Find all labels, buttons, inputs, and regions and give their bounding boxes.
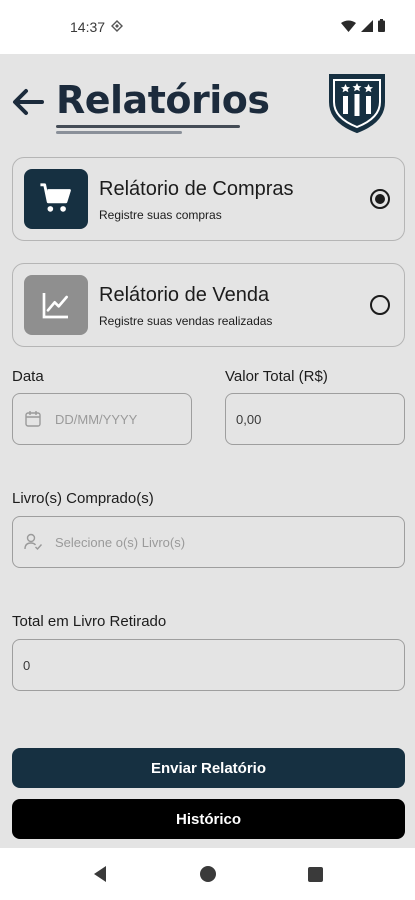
shield-logo-icon [326, 72, 388, 134]
report-title-compras: Relátorio de Compras [99, 178, 294, 200]
shopping-cart-icon [40, 183, 71, 212]
valor-total-value: 0,00 [236, 411, 262, 427]
radio-venda[interactable] [370, 295, 390, 315]
cart-icon-box [24, 169, 88, 229]
trending-chart-icon [42, 293, 68, 319]
enviar-relatorio-button[interactable]: Enviar Relatório [12, 748, 405, 788]
battery-icon [378, 19, 385, 35]
report-option-venda[interactable]: Relátorio de Venda Registre suas vendas … [12, 263, 405, 347]
navigation-bar [0, 848, 415, 900]
header: Relatórios [0, 60, 415, 140]
signal-icon [361, 19, 373, 35]
status-right [341, 19, 385, 35]
valor-total-field[interactable]: 0,00 [225, 393, 405, 445]
report-title-venda: Relátorio de Venda [99, 284, 270, 306]
notification-icon [111, 19, 124, 35]
livros-select-field[interactable]: Selecione o(s) Livro(s) [12, 516, 405, 568]
livros-label: Livro(s) Comprado(s) [12, 490, 154, 507]
report-subtitle-venda: Registre suas vendas realizadas [99, 314, 273, 328]
report-subtitle-compras: Registre suas compras [99, 208, 222, 222]
historico-button[interactable]: Histórico [12, 799, 405, 839]
data-field[interactable]: DD/MM/YYYY [12, 393, 192, 445]
nav-back-icon[interactable] [89, 863, 111, 885]
livros-placeholder: Selecione o(s) Livro(s) [55, 534, 186, 550]
title-underline [56, 125, 240, 128]
user-check-icon [24, 533, 43, 551]
report-option-compras[interactable]: Relátorio de Compras Registre suas compr… [12, 157, 405, 241]
data-placeholder: DD/MM/YYYY [55, 411, 138, 427]
total-retirado-value: 0 [23, 657, 31, 673]
total-retirado-field[interactable]: 0 [12, 639, 405, 691]
radio-compras[interactable] [370, 189, 390, 209]
status-time: 14:37 [70, 19, 106, 35]
calendar-icon [25, 411, 41, 427]
nav-home-icon[interactable] [197, 863, 219, 885]
wifi-icon [341, 19, 356, 35]
title-underline-secondary [56, 131, 182, 134]
back-arrow-icon[interactable] [10, 84, 46, 120]
status-bar: 14:37 [0, 0, 415, 54]
total-retirado-label: Total em Livro Retirado [12, 613, 167, 630]
valor-total-label: Valor Total (R$) [225, 368, 328, 385]
data-label: Data [12, 368, 44, 385]
nav-recents-icon[interactable] [305, 863, 327, 885]
chart-icon-box [24, 275, 88, 335]
page-title: Relatórios [56, 78, 270, 122]
status-left: 14:37 [70, 19, 124, 35]
